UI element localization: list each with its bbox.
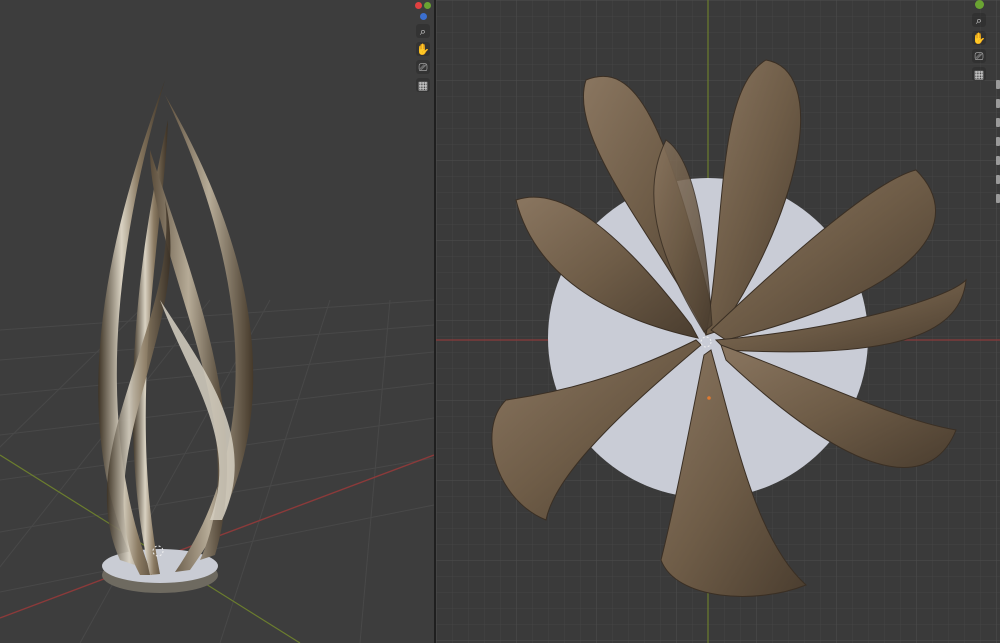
axis-y-dot[interactable] bbox=[424, 2, 431, 9]
perspective-scene bbox=[0, 80, 434, 643]
zoom-icon[interactable]: ⌕ bbox=[972, 13, 986, 27]
sidebar-tab[interactable] bbox=[996, 137, 1000, 146]
sidebar-tab[interactable] bbox=[996, 156, 1000, 165]
top-scene bbox=[436, 0, 1000, 643]
left-axis-gizmo[interactable] bbox=[415, 2, 431, 9]
zoom-icon[interactable]: ⌕ bbox=[416, 24, 430, 38]
axis-x-dot[interactable] bbox=[415, 2, 422, 9]
perspective-grid-icon[interactable]: ▦ bbox=[416, 78, 430, 92]
hand-icon[interactable]: ✋ bbox=[416, 42, 430, 56]
viewport-perspective[interactable]: ⌕ ✋ ⎚ ▦ bbox=[0, 0, 434, 643]
ortho-grid-icon[interactable]: ▦ bbox=[972, 67, 986, 81]
camera-icon[interactable]: ⎚ bbox=[416, 60, 430, 74]
axis-z-dot[interactable] bbox=[419, 13, 427, 20]
blender-app: ⌕ ✋ ⎚ ▦ ⌕ ✋ ⎚ ▦ bbox=[0, 0, 1000, 643]
viewport-top-ortho[interactable]: ⌕ ✋ ⎚ ▦ bbox=[436, 0, 1000, 643]
axis-y-dot[interactable] bbox=[974, 0, 984, 9]
object-origin bbox=[707, 396, 711, 400]
sidebar-tab[interactable] bbox=[996, 118, 1000, 127]
sidebar-tab[interactable] bbox=[996, 194, 1000, 203]
left-nav-gizmo: ⌕ ✋ ⎚ ▦ bbox=[415, 2, 431, 92]
sidebar-tab-strip[interactable] bbox=[994, 80, 1000, 380]
sidebar-tab[interactable] bbox=[996, 99, 1000, 108]
hand-icon[interactable]: ✋ bbox=[972, 31, 986, 45]
sidebar-tab[interactable] bbox=[996, 175, 1000, 184]
camera-icon[interactable]: ⎚ bbox=[972, 49, 986, 63]
sidebar-tab[interactable] bbox=[996, 80, 1000, 89]
right-nav-gizmo: ⌕ ✋ ⎚ ▦ bbox=[972, 0, 986, 81]
